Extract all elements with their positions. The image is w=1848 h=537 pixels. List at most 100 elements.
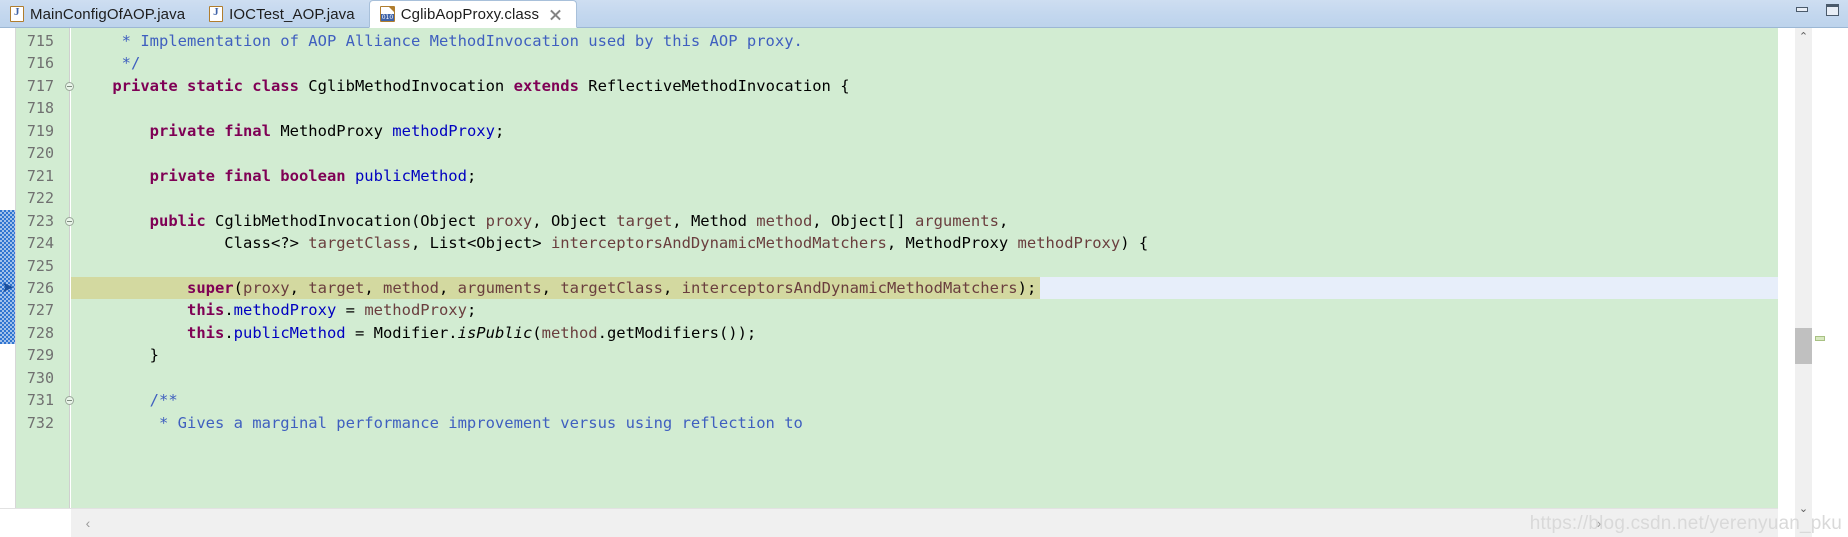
code-token-fld: methodProxy xyxy=(233,301,337,320)
line-number: 718 xyxy=(26,99,54,118)
code-line[interactable]: private static class CglibMethodInvocati… xyxy=(71,75,1778,97)
code-token-plain: , xyxy=(439,278,458,297)
code-token-plain: } xyxy=(75,346,159,365)
line-number: 721 xyxy=(26,166,54,185)
line-number: 715 xyxy=(26,32,54,50)
code-token-plain: , MethodProxy xyxy=(886,234,1018,253)
code-line[interactable]: private final MethodProxy methodProxy; xyxy=(71,120,1778,142)
horizontal-scrollbar[interactable]: ‹ › xyxy=(71,508,1778,537)
editor-tab-ioctest-aop-java[interactable]: IOCTest_AOP.java xyxy=(199,0,369,28)
code-line[interactable] xyxy=(71,367,1778,389)
code-token-kw: public xyxy=(75,211,215,230)
current-instruction-pointer-icon: ➤ xyxy=(1,279,14,297)
code-token-kw: private final boolean xyxy=(75,166,355,185)
code-token-plain: . xyxy=(224,323,234,342)
code-token-fld: publicMethod xyxy=(354,166,467,185)
code-token-plain: , Method xyxy=(672,211,757,230)
code-token-plain: , xyxy=(663,278,682,297)
code-line[interactable]: /** xyxy=(71,389,1778,411)
code-line-text: Class<?> targetClass, List<Object> inter… xyxy=(71,234,1148,252)
editor-tab-mainconfigofaop-java[interactable]: MainConfigOfAOP.java xyxy=(0,0,199,28)
code-token-par: interceptorsAndDynamicMethodMatchers xyxy=(681,278,1018,297)
code-token-plain: ); xyxy=(1017,278,1037,297)
editor-tab-label: MainConfigOfAOP.java xyxy=(30,5,186,23)
code-line-text: private static class CglibMethodInvocati… xyxy=(71,77,849,95)
scroll-right-icon[interactable]: › xyxy=(1590,513,1608,533)
class-file-icon xyxy=(379,6,395,22)
code-token-plain: ; xyxy=(466,166,477,185)
code-line[interactable] xyxy=(71,97,1778,119)
vertical-scrollbar-thumb[interactable] xyxy=(1795,328,1812,364)
code-fold-toggle[interactable] xyxy=(65,216,74,226)
code-fold-toggle[interactable] xyxy=(65,81,74,91)
code-token-cmt: * Gives a marginal performance improveme… xyxy=(75,413,803,432)
eclipse-editor-window: MainConfigOfAOP.java IOCTest_AOP.java Cgli… xyxy=(0,0,1848,537)
line-number: 732 xyxy=(26,413,54,432)
code-line[interactable]: private final boolean publicMethod; xyxy=(71,165,1778,187)
code-token-plain: , xyxy=(998,211,1009,230)
editor-body: ➤ 715 716 717 718 719 720 721 722 723 724 725 726 72… xyxy=(0,28,1848,537)
code-line[interactable] xyxy=(71,187,1778,209)
code-line[interactable]: super(proxy, target, method, arguments, … xyxy=(71,276,1778,299)
line-number: 719 xyxy=(26,121,54,140)
code-line-text: * Gives a marginal performance improveme… xyxy=(71,414,803,432)
overview-ruler[interactable] xyxy=(1812,28,1828,537)
close-icon[interactable] xyxy=(549,8,562,21)
code-token-par: method xyxy=(541,323,598,342)
line-number: 717 xyxy=(26,76,54,95)
editor-tab-cglibaopproxy-class[interactable]: CglibAopProxy.class xyxy=(368,0,578,28)
code-token-par: proxy xyxy=(485,211,533,230)
scroll-down-icon[interactable]: ⌄ xyxy=(1795,500,1812,517)
code-token-plain: ; xyxy=(466,301,477,320)
code-line[interactable]: this.publicMethod = Modifier.isPublic(me… xyxy=(71,322,1778,344)
code-token-plain: , xyxy=(364,278,383,297)
code-token-par: method xyxy=(756,211,813,230)
overview-marker[interactable] xyxy=(1815,336,1825,341)
maximize-icon[interactable] xyxy=(1824,3,1840,17)
code-line[interactable] xyxy=(71,142,1778,164)
line-number: 720 xyxy=(26,144,54,163)
line-number: 730 xyxy=(26,368,54,387)
line-number: 723 xyxy=(26,211,54,230)
code-token-plain: ) { xyxy=(1120,234,1149,253)
vertical-scrollbar[interactable]: ⌃ ⌄ xyxy=(1795,28,1812,537)
annotation-ruler[interactable]: ➤ xyxy=(0,28,16,508)
code-token-cmt: * Implementation of AOP Alliance MethodI… xyxy=(75,32,803,50)
line-number: 728 xyxy=(26,323,54,342)
code-line[interactable]: } xyxy=(71,344,1778,366)
code-token-plain: , Object[] xyxy=(812,211,915,230)
minimize-icon[interactable] xyxy=(1794,3,1810,17)
code-line-text: * Implementation of AOP Alliance MethodI… xyxy=(71,32,803,50)
code-line-text: super(proxy, target, method, arguments, … xyxy=(71,279,1036,297)
code-line[interactable] xyxy=(71,255,1778,277)
code-token-par: arguments xyxy=(457,278,542,297)
code-token-plain: , List<Object> xyxy=(410,234,551,253)
line-number-ruler[interactable]: 715 716 717 718 719 720 721 722 723 724 725 726 727 7… xyxy=(16,28,74,508)
line-number: 725 xyxy=(26,256,54,275)
code-line[interactable]: this.methodProxy = methodProxy; xyxy=(71,299,1778,321)
scroll-up-icon[interactable]: ⌃ xyxy=(1795,28,1812,45)
code-line[interactable]: Class<?> targetClass, List<Object> inter… xyxy=(71,232,1778,254)
scrollbar-corner xyxy=(0,508,71,537)
line-number: 724 xyxy=(26,234,54,253)
code-line[interactable]: public CglibMethodInvocation(Object prox… xyxy=(71,210,1778,232)
editor-tab-label: IOCTest_AOP.java xyxy=(229,5,355,23)
java-file-icon xyxy=(209,6,224,22)
java-file-icon xyxy=(10,6,24,22)
code-token-par: interceptorsAndDynamicMethodMatchers xyxy=(550,234,887,253)
editor-tab-list: MainConfigOfAOP.java IOCTest_AOP.java Cgli… xyxy=(0,0,578,28)
line-number: 726 xyxy=(26,278,54,297)
code-line[interactable]: */ xyxy=(71,52,1778,74)
scroll-left-icon[interactable]: ‹ xyxy=(79,513,97,533)
code-line[interactable]: * Gives a marginal performance improveme… xyxy=(71,412,1778,434)
code-token-par: method xyxy=(383,278,439,297)
code-token-par: arguments xyxy=(914,211,999,230)
code-line[interactable]: * Implementation of AOP Alliance MethodI… xyxy=(71,30,1778,52)
code-line-text: */ xyxy=(71,54,141,72)
code-token-plain: = Modifier. xyxy=(345,323,458,342)
code-token-kw: this xyxy=(75,301,225,320)
code-token-par: proxy xyxy=(242,278,290,297)
source-code-view[interactable]: * Implementation of AOP Alliance MethodI… xyxy=(71,28,1778,508)
